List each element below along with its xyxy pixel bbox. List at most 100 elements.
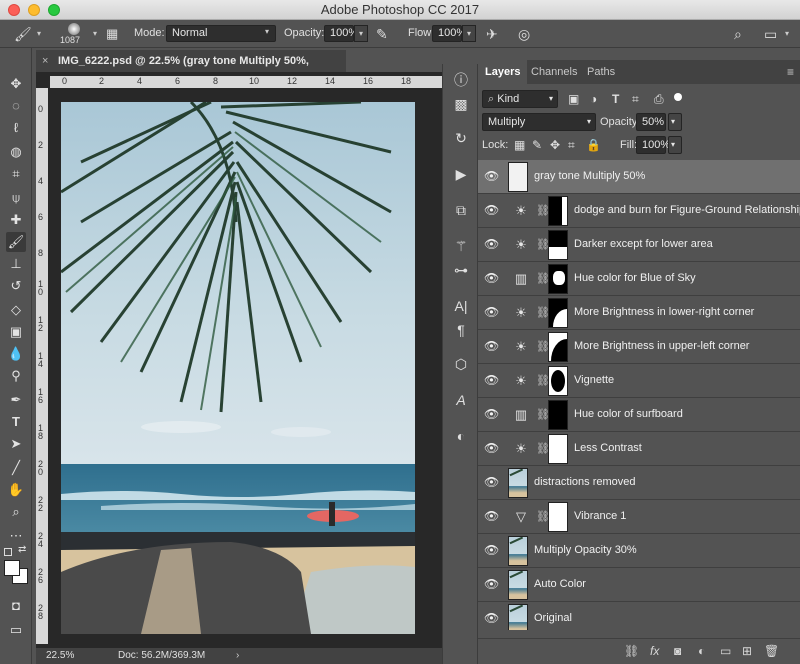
visibility-eye-icon[interactable]: 👁 (484, 475, 499, 489)
glyphs-panel-icon[interactable]: A (451, 390, 471, 410)
layer-row[interactable]: 👁 ☀ ⛓ More Brightness in lower-right cor… (478, 296, 800, 330)
type-tool-icon[interactable]: T (6, 412, 26, 432)
properties-panel-icon[interactable]: ◐ (451, 426, 471, 446)
layer-row[interactable]: 👁 ☀ ⛓ More Brightness in upper-left corn… (478, 330, 800, 364)
brush-tool-icon[interactable]: 🖌 (6, 232, 26, 252)
delete-layer-icon[interactable]: 🗑 (764, 644, 779, 658)
status-menu-arrow-icon[interactable]: › (236, 648, 239, 664)
swatches-panel-icon[interactable]: ▩ (451, 94, 471, 114)
screen-mode-icon[interactable]: ▭ (6, 620, 26, 640)
lock-transparent-pixels-icon[interactable]: ▦ (514, 138, 525, 152)
quick-mask-icon[interactable]: ◘ (6, 596, 26, 616)
clone-source-panel-icon[interactable]: ⧉ (451, 200, 471, 220)
brush-preset-picker[interactable]: 1087 (60, 22, 88, 46)
eyedropper-tool-icon[interactable]: ⍦ (6, 188, 26, 208)
shape-filter-icon[interactable]: ⌗ (632, 92, 639, 107)
swap-colors-icon[interactable]: ⇄ (18, 544, 26, 555)
layer-row[interactable]: 👁 gray tone Multiply 50% (478, 160, 800, 194)
line-tool-icon[interactable]: ╱ (6, 458, 26, 478)
panel-menu-icon[interactable]: ≡ (787, 65, 794, 79)
brush-tool-icon[interactable]: 🖌 (14, 25, 32, 43)
visibility-eye-icon[interactable]: 👁 (484, 407, 499, 421)
filter-kind-select[interactable]: ⌕ Kind ▾ (482, 90, 558, 108)
tab-layers[interactable]: Layers (478, 60, 528, 84)
lock-image-pixels-icon[interactable]: ✎ (532, 138, 542, 152)
visibility-eye-icon[interactable]: 👁 (484, 169, 499, 183)
zoom-tool-icon[interactable]: ⌕ (6, 502, 26, 522)
opacity-slider-toggle[interactable]: ▾ (354, 25, 368, 42)
lock-all-icon[interactable]: 🔒 (586, 138, 601, 152)
adjustment-filter-icon[interactable]: ◑ (590, 92, 597, 106)
lock-artboard-icon[interactable]: ⌗ (568, 138, 575, 153)
pressure-size-icon[interactable]: ◎ (518, 25, 530, 43)
add-mask-icon[interactable]: ◙ (674, 644, 681, 658)
tab-channels[interactable]: Channels (524, 60, 584, 84)
workspace-dropdown[interactable]: ▾ (780, 26, 794, 43)
dodge-tool-icon[interactable]: ⚲ (6, 366, 26, 386)
blur-tool-icon[interactable]: 💧 (6, 344, 26, 364)
link-layers-icon[interactable]: ⛓ (624, 644, 639, 658)
lock-position-icon[interactable]: ✥ (550, 138, 560, 152)
visibility-eye-icon[interactable]: 👁 (484, 509, 499, 523)
brush-panel-icon[interactable]: ▦ (106, 25, 118, 43)
adjustments-panel-icon[interactable]: ⊶ (451, 260, 471, 280)
visibility-eye-icon[interactable]: 👁 (484, 305, 499, 319)
layer-opacity-slider-toggle[interactable]: ▾ (668, 113, 682, 131)
path-selection-tool-icon[interactable]: ➤ (6, 434, 26, 454)
filter-toggle[interactable] (674, 93, 682, 101)
tab-paths[interactable]: Paths (580, 60, 622, 84)
fill-slider-toggle[interactable]: ▾ (668, 136, 682, 154)
flow-slider-toggle[interactable]: ▾ (462, 25, 476, 42)
layer-row[interactable]: 👁 ☀ ⛓ Darker except for lower area (478, 228, 800, 262)
layer-row[interactable]: 👁 ☀ ⛓ Vignette (478, 364, 800, 398)
close-window-button[interactable] (8, 4, 20, 16)
more-tools-icon[interactable]: ⋯ (6, 526, 26, 546)
close-document-icon[interactable]: × (42, 50, 48, 72)
brush-picker-dropdown[interactable]: ▾ (88, 26, 102, 43)
visibility-eye-icon[interactable]: 👁 (484, 203, 499, 217)
quick-selection-tool-icon[interactable]: ◍ (6, 142, 26, 162)
hand-tool-icon[interactable]: ✋ (6, 480, 26, 500)
foreground-color-swatch[interactable] (4, 560, 20, 576)
layer-row[interactable]: 👁 distractions removed (478, 466, 800, 500)
layer-row[interactable]: 👁 ☀ ⛓ Less Contrast (478, 432, 800, 466)
document-image[interactable] (61, 102, 415, 634)
pixel-filter-icon[interactable]: ▣ (568, 92, 579, 106)
new-group-icon[interactable]: ▭ (720, 644, 731, 658)
new-layer-icon[interactable]: ⊞ (742, 644, 752, 658)
visibility-eye-icon[interactable]: 👁 (484, 441, 499, 455)
airbrush-icon[interactable]: ✈ (486, 25, 498, 43)
visibility-eye-icon[interactable]: 👁 (484, 373, 499, 387)
minimize-window-button[interactable] (28, 4, 40, 16)
layer-style-icon[interactable]: fx (650, 644, 659, 658)
new-adjustment-layer-icon[interactable]: ◐ (698, 644, 705, 658)
history-panel-icon[interactable]: ↻ (451, 128, 471, 148)
blend-mode-select[interactable]: Multiply ▾ (482, 113, 596, 131)
layer-row[interactable]: 👁 Multiply Opacity 30% (478, 534, 800, 568)
flow-input[interactable]: 100% (432, 25, 466, 42)
move-tool-icon[interactable]: ✥ (6, 74, 26, 94)
layer-row[interactable]: 👁 ▥ ⛓ Hue color of surfboard (478, 398, 800, 432)
mode-select[interactable]: Normal (166, 25, 276, 42)
visibility-eye-icon[interactable]: 👁 (484, 271, 499, 285)
paragraph-panel-icon[interactable]: ¶ (451, 320, 471, 340)
layer-row[interactable]: 👁 ▥ ⛓ Hue color for Blue of Sky (478, 262, 800, 296)
visibility-eye-icon[interactable]: 👁 (484, 339, 499, 353)
layer-row[interactable]: 👁 Auto Color (478, 568, 800, 602)
healing-brush-tool-icon[interactable]: ✚ (6, 210, 26, 230)
workspace-icon[interactable]: ▭ (764, 25, 777, 43)
layer-opacity-input[interactable]: 50% (636, 113, 666, 131)
maximize-window-button[interactable] (48, 4, 60, 16)
layer-row[interactable]: 👁 Original (478, 602, 800, 630)
actions-panel-icon[interactable]: ▶ (451, 164, 471, 184)
character-panel-icon[interactable]: A| (451, 296, 471, 316)
brush-settings-panel-icon[interactable]: ⚚ (451, 236, 471, 256)
crop-tool-icon[interactable]: ⌗ (6, 164, 26, 184)
visibility-eye-icon[interactable]: 👁 (484, 543, 499, 557)
clone-stamp-tool-icon[interactable]: ⊥ (6, 254, 26, 274)
zoom-level[interactable]: 22.5% (46, 648, 74, 664)
opacity-input[interactable]: 100% (324, 25, 358, 42)
marquee-tool-icon[interactable]: ◌ (6, 96, 26, 116)
visibility-eye-icon[interactable]: 👁 (484, 577, 499, 591)
layer-row[interactable]: 👁 ☀ ⛓ dodge and burn for Figure-Ground R… (478, 194, 800, 228)
